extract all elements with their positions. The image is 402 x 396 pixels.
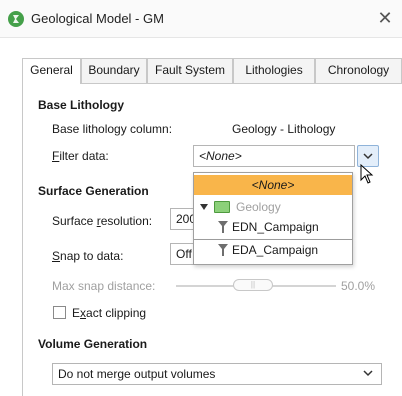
surface-resolution-label-a: Surface	[52, 214, 97, 228]
option-label: EDA_Campaign	[232, 243, 319, 257]
filter-funnel-icon	[218, 244, 228, 256]
base-lithology-heading: Base Lithology	[38, 98, 125, 112]
max-snap-distance-value: 50.0%	[341, 279, 376, 293]
snap-mnemonic: S	[52, 249, 61, 263]
close-icon[interactable]: ✕	[376, 8, 394, 28]
tab-boundary[interactable]: Boundary	[81, 58, 147, 83]
option-label: EDN_Campaign	[232, 220, 319, 234]
exact-clipping-label-a: E	[72, 306, 81, 320]
expand-arrow-icon[interactable]	[200, 204, 208, 210]
tab-general[interactable]: General	[22, 58, 81, 84]
dropdown-option-eda-campaign[interactable]: EDA_Campaign	[194, 240, 352, 260]
volume-generation-heading: Volume Generation	[38, 337, 148, 351]
filter-funnel-icon	[218, 221, 228, 233]
app-logo-icon	[8, 11, 24, 27]
exact-clipping-label: Exact clipping	[72, 306, 146, 320]
chevron-down-icon	[363, 153, 373, 160]
base-lithology-column-label: Base lithology column:	[52, 122, 173, 136]
exact-clipping-label-b: act clipping	[86, 306, 147, 320]
dropdown-folder-geology[interactable]: Geology	[194, 197, 352, 217]
filter-data-label: Filter data:	[52, 149, 109, 163]
dropdown-list-continued: EDA_Campaign	[193, 240, 353, 265]
base-lithology-column-value: Geology - Lithology	[232, 122, 336, 136]
max-snap-distance-label: Max snap distance:	[52, 279, 156, 293]
title-bar: Geological Model - GM ✕	[0, 0, 402, 38]
volume-dropdown-button[interactable]	[358, 363, 380, 385]
tab-lithologies[interactable]: Lithologies	[233, 58, 315, 83]
max-snap-slider-thumb[interactable]: ||	[233, 279, 273, 291]
surface-resolution-input[interactable]: 200	[170, 208, 194, 230]
snap-to-data-label: Snap to data:	[52, 249, 123, 263]
exact-clipping-checkbox[interactable]	[53, 306, 66, 319]
dropdown-option-none[interactable]: <None>	[194, 175, 352, 195]
folder-label: Geology	[236, 200, 281, 214]
chevron-down-icon	[363, 370, 373, 377]
filter-data-dropdown-list: <None> Geology EDN_Campaign	[193, 172, 353, 240]
tab-chronology[interactable]: Chronology	[315, 58, 402, 83]
snap-label-rest: nap to data:	[60, 249, 124, 263]
surface-resolution-label: Surface resolution:	[52, 214, 152, 228]
dropdown-option-edn-campaign[interactable]: EDN_Campaign	[194, 217, 352, 237]
volume-generation-select[interactable]: Do not merge output volumes	[52, 363, 382, 385]
surface-resolution-label-b: esolution:	[100, 214, 153, 228]
filter-data-label-rest: ilter data:	[59, 149, 109, 163]
folder-icon	[214, 201, 230, 213]
tab-fault-system[interactable]: Fault System	[147, 58, 233, 83]
mouse-cursor-icon	[360, 164, 374, 184]
surface-generation-heading: Surface Generation	[38, 184, 149, 198]
snap-to-data-select[interactable]: Off	[170, 243, 194, 265]
filter-data-select[interactable]: <None>	[193, 145, 355, 167]
window-title: Geological Model - GM	[31, 11, 164, 26]
